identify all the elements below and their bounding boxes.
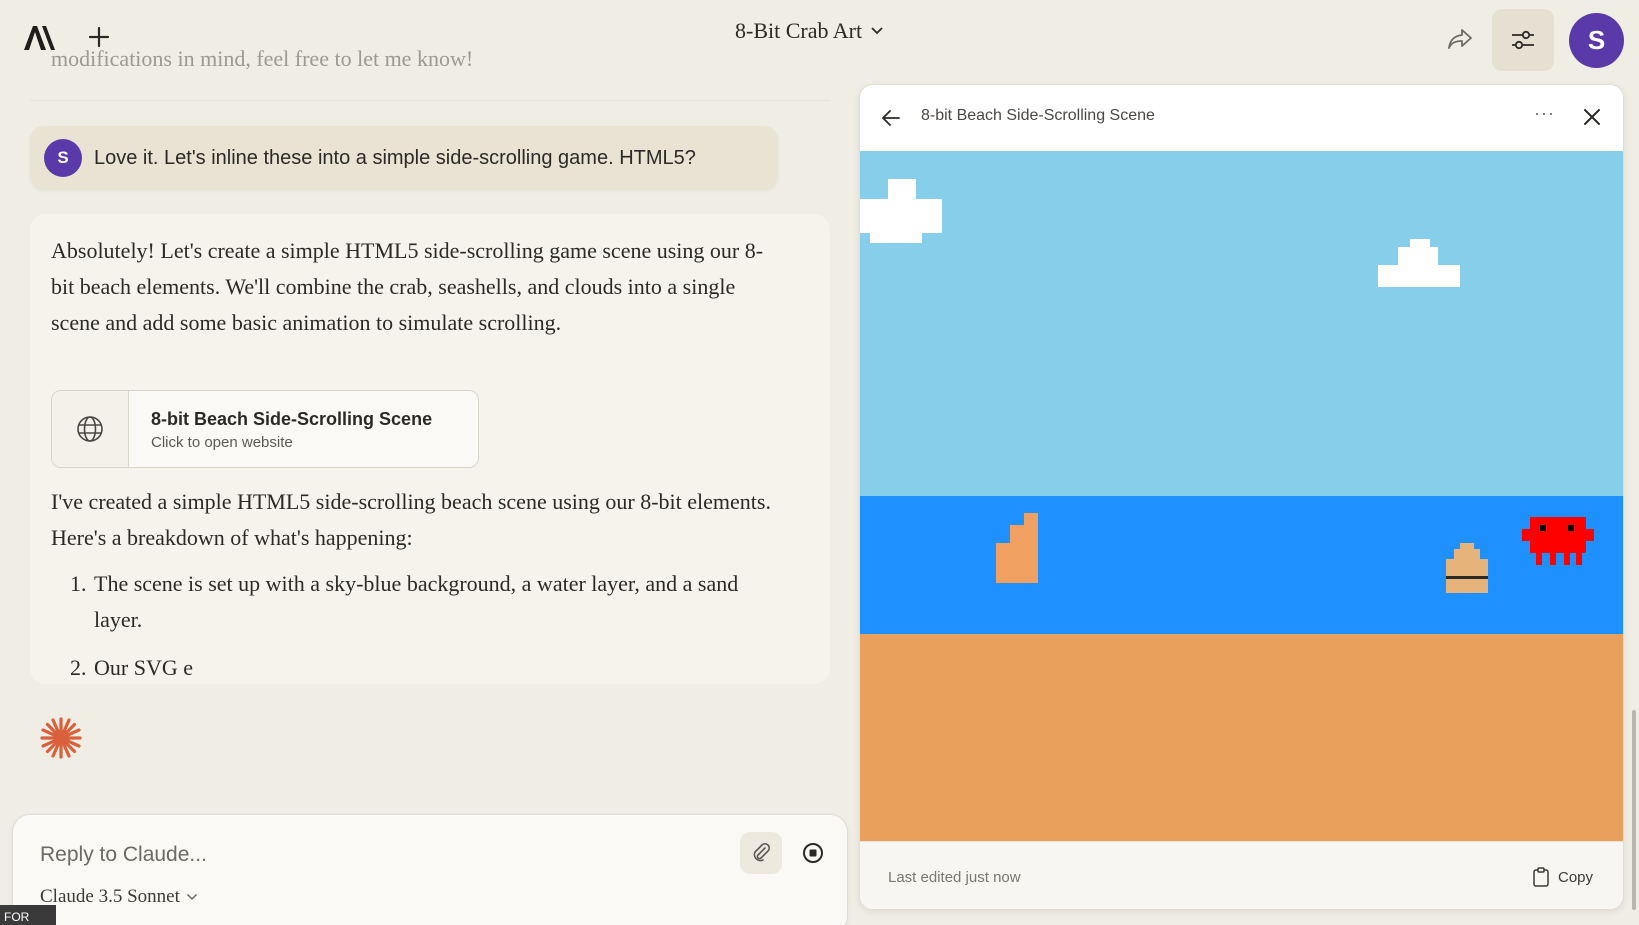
sand-layer [860,634,1623,841]
copy-button[interactable]: Copy [1532,864,1593,890]
chat-title: 8-Bit Crab Art [735,18,863,43]
chat-title-dropdown[interactable]: 8-Bit Crab Art [735,16,884,46]
avatar-initial: S [1587,25,1606,55]
assistant-paragraph-2: I've created a simple HTML5 side-scrolli… [51,489,771,550]
artifact-panel-title: 8-bit Beach Side-Scrolling Scene [921,107,1155,124]
list-number: 2. [70,655,87,680]
stop-circle-icon [803,843,823,863]
water-layer [860,496,1623,634]
claude-spark-icon [40,717,82,759]
corner-tag: FOR [0,905,56,925]
artifact-icon-box [52,391,129,467]
list-item: 2. Our SVG e [70,650,780,686]
list-item: 1. The scene is set up with a sky-blue b… [70,566,780,638]
artifact-card-subtitle: Click to open website [151,434,293,451]
artifact-panel-header: 8-bit Beach Side-Scrolling Scene ··· [860,85,1623,151]
arrow-left-icon[interactable] [880,107,902,129]
user-message-text: Love it. Let's inline these into a simpl… [94,146,696,169]
model-selector[interactable]: Claude 3.5 Sonnet [40,886,198,908]
sliders-icon [1512,30,1534,50]
artifact-panel: 8-bit Beach Side-Scrolling Scene ··· Las… [859,84,1624,910]
share-icon[interactable] [1446,26,1474,52]
previous-message-text: modifications in mind, feel free to let … [51,46,474,71]
paperclip-icon [753,842,771,862]
artifact-card-title: 8-bit Beach Side-Scrolling Scene [151,409,433,429]
chevron-down-icon [871,27,883,35]
user-message: S Love it. Let's inline these into a sim… [30,126,778,190]
model-name: Claude 3.5 Sonnet [40,886,180,907]
artifact-card[interactable]: 8-bit Beach Side-Scrolling Scene Click t… [51,390,479,468]
list-text: The scene is set up with a sky-blue back… [94,571,739,632]
user-avatar: S [44,139,82,177]
sky-layer [860,151,1623,496]
record-button[interactable] [792,832,834,874]
reply-input[interactable] [40,840,680,870]
list-number: 1. [70,571,87,596]
user-avatar-initial: S [57,148,69,167]
copy-label: Copy [1558,868,1594,886]
assistant-paragraph-1: Absolutely! Let's create a simple HTML5 … [51,238,764,335]
list-text: Our SVG e [94,655,193,680]
close-icon[interactable] [1580,105,1604,129]
chevron-down-icon [186,893,197,901]
assistant-list: 1. The scene is set up with a sky-blue b… [70,566,780,686]
more-options-icon[interactable]: ··· [1534,103,1558,127]
last-edited-status: Last edited just now [888,869,1021,886]
artifact-panel-footer: Last edited just now Copy [860,841,1623,909]
clipboard-icon [1533,867,1549,887]
settings-button[interactable] [1492,9,1554,71]
beach-scene-preview [860,151,1623,841]
attach-button[interactable] [740,832,782,874]
scrollbar[interactable] [1632,710,1636,910]
user-avatar-button[interactable]: S [1569,13,1624,68]
globe-icon [77,416,103,442]
divider [30,100,830,101]
